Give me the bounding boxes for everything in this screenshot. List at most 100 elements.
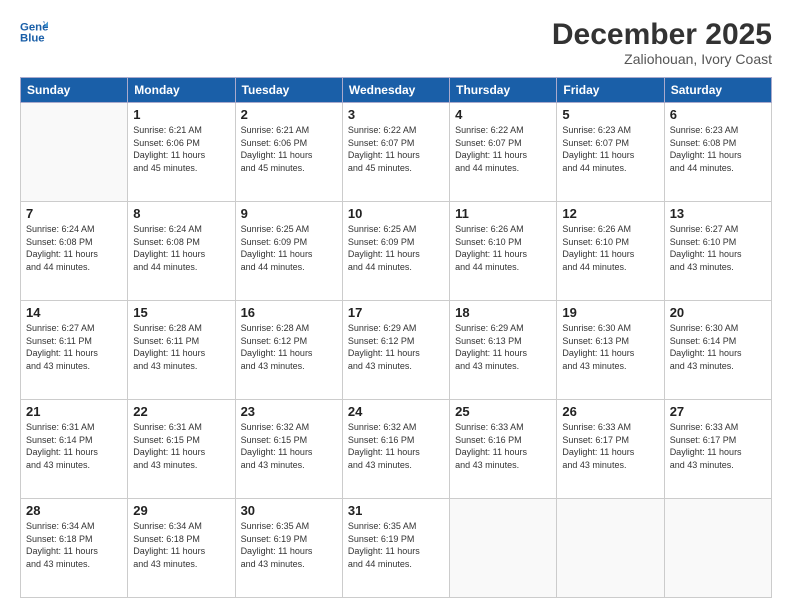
day-number: 18 (455, 305, 551, 320)
calendar-cell: 5 Sunrise: 6:23 AM Sunset: 6:07 PM Daylig… (557, 103, 664, 202)
calendar-cell: 6 Sunrise: 6:23 AM Sunset: 6:08 PM Daylig… (664, 103, 771, 202)
day-number: 27 (670, 404, 766, 419)
day-info: Sunrise: 6:30 AM Sunset: 6:14 PM Dayligh… (670, 322, 766, 372)
day-number: 16 (241, 305, 337, 320)
calendar-table: SundayMondayTuesdayWednesdayThursdayFrid… (20, 77, 772, 598)
logo: General Blue (20, 18, 48, 46)
calendar-week-2: 7 Sunrise: 6:24 AM Sunset: 6:08 PM Daylig… (21, 202, 772, 301)
day-info: Sunrise: 6:26 AM Sunset: 6:10 PM Dayligh… (562, 223, 658, 273)
column-header-monday: Monday (128, 78, 235, 103)
calendar-cell: 20 Sunrise: 6:30 AM Sunset: 6:14 PM Dayli… (664, 301, 771, 400)
calendar-cell (664, 499, 771, 598)
day-number: 7 (26, 206, 122, 221)
day-info: Sunrise: 6:32 AM Sunset: 6:15 PM Dayligh… (241, 421, 337, 471)
day-info: Sunrise: 6:24 AM Sunset: 6:08 PM Dayligh… (133, 223, 229, 273)
day-info: Sunrise: 6:22 AM Sunset: 6:07 PM Dayligh… (348, 124, 444, 174)
day-number: 6 (670, 107, 766, 122)
calendar-cell: 4 Sunrise: 6:22 AM Sunset: 6:07 PM Daylig… (450, 103, 557, 202)
day-info: Sunrise: 6:27 AM Sunset: 6:11 PM Dayligh… (26, 322, 122, 372)
calendar-cell: 19Sunrise: 6:30 AM Sunset: 6:13 PM Dayli… (557, 301, 664, 400)
day-info: Sunrise: 6:34 AM Sunset: 6:18 PM Dayligh… (133, 520, 229, 570)
calendar-week-1: 1 Sunrise: 6:21 AM Sunset: 6:06 PM Daylig… (21, 103, 772, 202)
day-number: 9 (241, 206, 337, 221)
day-info: Sunrise: 6:34 AM Sunset: 6:18 PM Dayligh… (26, 520, 122, 570)
calendar-cell: 2 Sunrise: 6:21 AM Sunset: 6:06 PM Daylig… (235, 103, 342, 202)
day-info: Sunrise: 6:23 AM Sunset: 6:08 PM Dayligh… (670, 124, 766, 174)
day-number: 12 (562, 206, 658, 221)
day-number: 15 (133, 305, 229, 320)
day-info: Sunrise: 6:27 AM Sunset: 6:10 PM Dayligh… (670, 223, 766, 273)
calendar-cell: 31Sunrise: 6:35 AM Sunset: 6:19 PM Dayli… (342, 499, 449, 598)
day-number: 5 (562, 107, 658, 122)
logo-icon: General Blue (20, 18, 48, 46)
month-title: December 2025 (552, 18, 772, 51)
day-number: 11 (455, 206, 551, 221)
column-header-sunday: Sunday (21, 78, 128, 103)
title-block: December 2025 Zaliohouan, Ivory Coast (552, 18, 772, 67)
day-number: 25 (455, 404, 551, 419)
day-number: 24 (348, 404, 444, 419)
header: General Blue December 2025 Zaliohouan, I… (20, 18, 772, 67)
day-info: Sunrise: 6:35 AM Sunset: 6:19 PM Dayligh… (241, 520, 337, 570)
calendar-cell: 25Sunrise: 6:33 AM Sunset: 6:16 PM Dayli… (450, 400, 557, 499)
day-number: 13 (670, 206, 766, 221)
calendar-cell: 18Sunrise: 6:29 AM Sunset: 6:13 PM Dayli… (450, 301, 557, 400)
day-info: Sunrise: 6:33 AM Sunset: 6:17 PM Dayligh… (562, 421, 658, 471)
calendar-cell: 14Sunrise: 6:27 AM Sunset: 6:11 PM Dayli… (21, 301, 128, 400)
calendar-cell: 30 Sunrise: 6:35 AM Sunset: 6:19 PM Dayli… (235, 499, 342, 598)
calendar-cell: 11 Sunrise: 6:26 AM Sunset: 6:10 PM Dayli… (450, 202, 557, 301)
day-number: 23 (241, 404, 337, 419)
calendar-cell: 17 Sunrise: 6:29 AM Sunset: 6:12 PM Dayli… (342, 301, 449, 400)
day-number: 3 (348, 107, 444, 122)
day-info: Sunrise: 6:30 AM Sunset: 6:13 PM Dayligh… (562, 322, 658, 372)
day-number: 20 (670, 305, 766, 320)
calendar-week-3: 14Sunrise: 6:27 AM Sunset: 6:11 PM Dayli… (21, 301, 772, 400)
day-info: Sunrise: 6:28 AM Sunset: 6:11 PM Dayligh… (133, 322, 229, 372)
day-info: Sunrise: 6:29 AM Sunset: 6:12 PM Dayligh… (348, 322, 444, 372)
column-header-friday: Friday (557, 78, 664, 103)
calendar-header-row: SundayMondayTuesdayWednesdayThursdayFrid… (21, 78, 772, 103)
day-number: 10 (348, 206, 444, 221)
day-number: 2 (241, 107, 337, 122)
calendar-week-4: 21Sunrise: 6:31 AM Sunset: 6:14 PM Dayli… (21, 400, 772, 499)
calendar-cell: 29 Sunrise: 6:34 AM Sunset: 6:18 PM Dayli… (128, 499, 235, 598)
calendar-cell (557, 499, 664, 598)
page: General Blue December 2025 Zaliohouan, I… (0, 0, 792, 612)
day-number: 31 (348, 503, 444, 518)
day-number: 29 (133, 503, 229, 518)
calendar-cell: 24Sunrise: 6:32 AM Sunset: 6:16 PM Dayli… (342, 400, 449, 499)
calendar-cell (450, 499, 557, 598)
svg-text:Blue: Blue (20, 33, 45, 45)
day-info: Sunrise: 6:28 AM Sunset: 6:12 PM Dayligh… (241, 322, 337, 372)
calendar-cell: 23 Sunrise: 6:32 AM Sunset: 6:15 PM Dayli… (235, 400, 342, 499)
day-number: 21 (26, 404, 122, 419)
calendar-cell: 21Sunrise: 6:31 AM Sunset: 6:14 PM Dayli… (21, 400, 128, 499)
calendar-cell: 28Sunrise: 6:34 AM Sunset: 6:18 PM Dayli… (21, 499, 128, 598)
day-number: 22 (133, 404, 229, 419)
day-info: Sunrise: 6:25 AM Sunset: 6:09 PM Dayligh… (348, 223, 444, 273)
day-info: Sunrise: 6:21 AM Sunset: 6:06 PM Dayligh… (241, 124, 337, 174)
day-number: 1 (133, 107, 229, 122)
calendar-cell: 9Sunrise: 6:25 AM Sunset: 6:09 PM Daylig… (235, 202, 342, 301)
day-number: 17 (348, 305, 444, 320)
day-info: Sunrise: 6:24 AM Sunset: 6:08 PM Dayligh… (26, 223, 122, 273)
day-info: Sunrise: 6:21 AM Sunset: 6:06 PM Dayligh… (133, 124, 229, 174)
day-number: 4 (455, 107, 551, 122)
calendar-cell: 13 Sunrise: 6:27 AM Sunset: 6:10 PM Dayli… (664, 202, 771, 301)
calendar-cell: 12 Sunrise: 6:26 AM Sunset: 6:10 PM Dayli… (557, 202, 664, 301)
calendar-cell: 8 Sunrise: 6:24 AM Sunset: 6:08 PM Daylig… (128, 202, 235, 301)
calendar-cell: 26 Sunrise: 6:33 AM Sunset: 6:17 PM Dayli… (557, 400, 664, 499)
day-info: Sunrise: 6:26 AM Sunset: 6:10 PM Dayligh… (455, 223, 551, 273)
svg-text:General: General (20, 21, 48, 33)
column-header-thursday: Thursday (450, 78, 557, 103)
column-header-wednesday: Wednesday (342, 78, 449, 103)
calendar-week-5: 28Sunrise: 6:34 AM Sunset: 6:18 PM Dayli… (21, 499, 772, 598)
day-info: Sunrise: 6:23 AM Sunset: 6:07 PM Dayligh… (562, 124, 658, 174)
day-info: Sunrise: 6:22 AM Sunset: 6:07 PM Dayligh… (455, 124, 551, 174)
day-number: 30 (241, 503, 337, 518)
location-subtitle: Zaliohouan, Ivory Coast (552, 51, 772, 67)
day-number: 8 (133, 206, 229, 221)
calendar-cell: 1 Sunrise: 6:21 AM Sunset: 6:06 PM Daylig… (128, 103, 235, 202)
day-number: 26 (562, 404, 658, 419)
calendar-cell: 7 Sunrise: 6:24 AM Sunset: 6:08 PM Daylig… (21, 202, 128, 301)
